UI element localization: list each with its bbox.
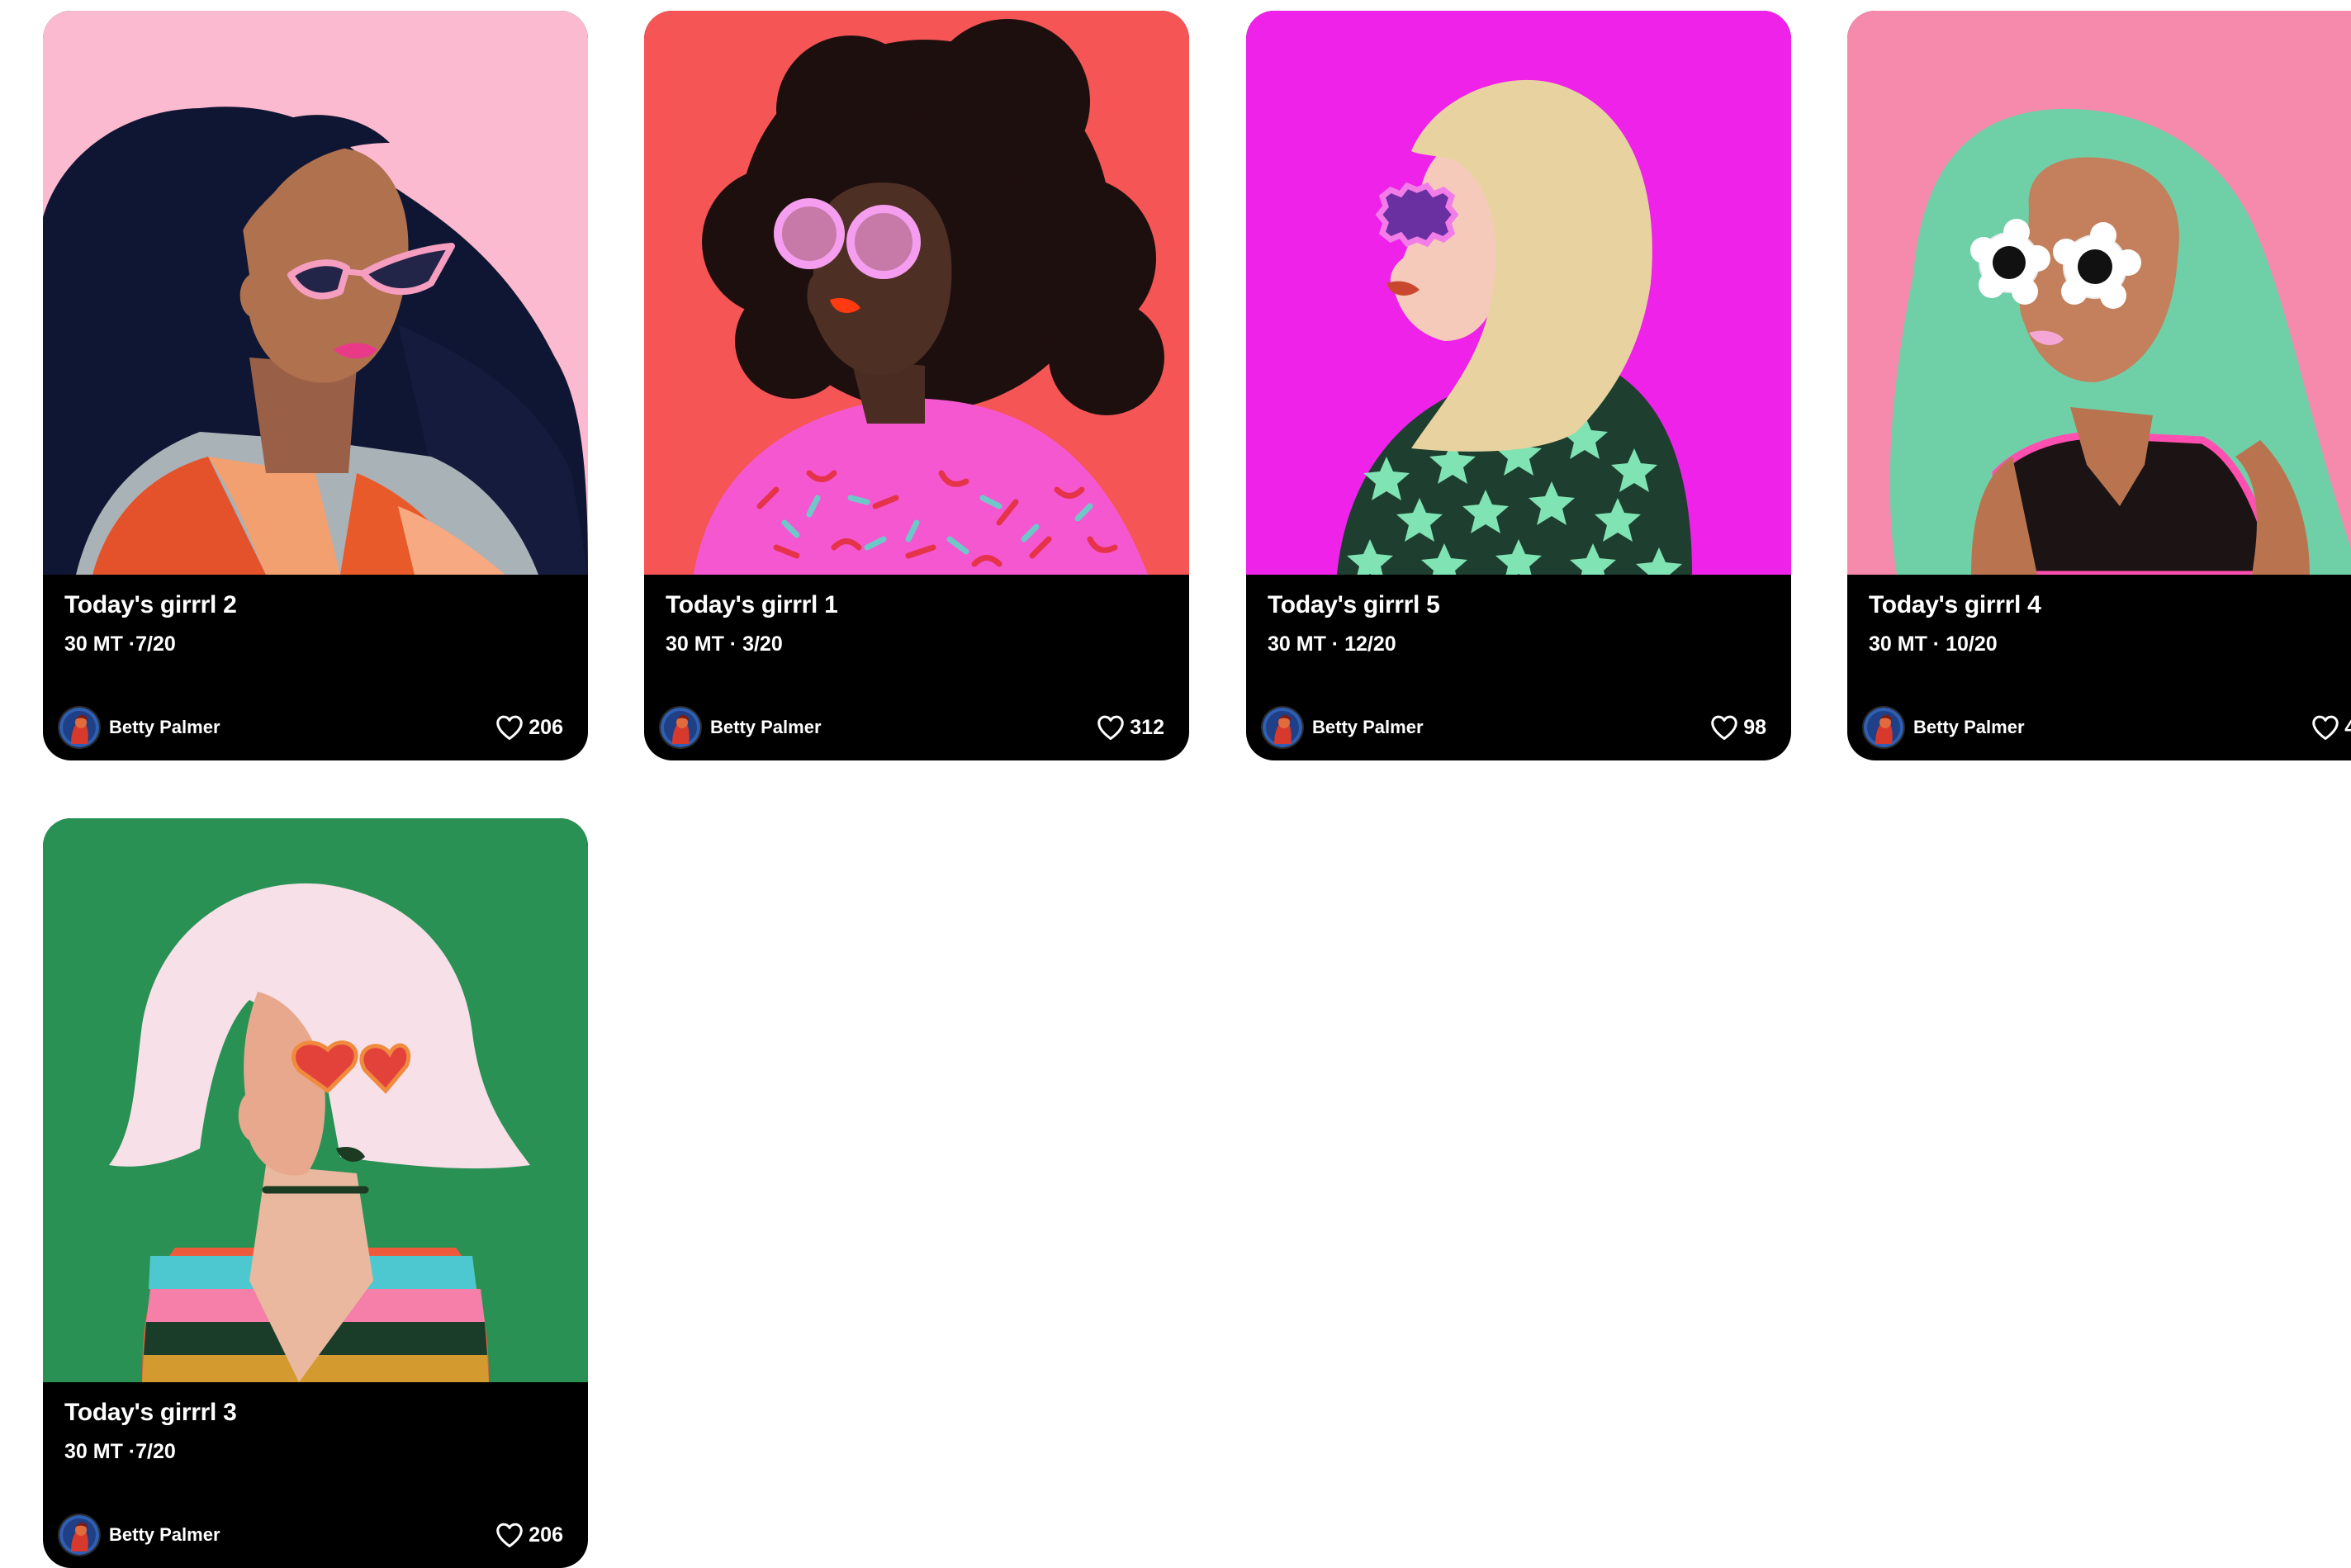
post-card[interactable]: Today's girrrl 5 30 MT · 12/20 Betty Pal… (1246, 11, 1791, 760)
card-info: Today's girrrl 4 30 MT · 10/20 Betty Pal… (1847, 575, 2351, 760)
heart-outline-icon[interactable] (494, 1519, 525, 1551)
illustration-woman-mint-hair-daisy-sunglasses (1847, 11, 2351, 575)
card-meta: 30 MT · 12/20 (1268, 632, 1396, 656)
likes-count: 43 (2344, 715, 2351, 739)
author-avatar[interactable] (659, 706, 702, 749)
heart-outline-icon[interactable] (1095, 712, 1126, 743)
author-name[interactable]: Betty Palmer (710, 717, 822, 738)
author-avatar[interactable] (58, 706, 101, 749)
post-image[interactable] (1847, 11, 2351, 575)
card-title[interactable]: Today's girrrl 5 (1268, 591, 1440, 619)
post-image[interactable] (43, 818, 588, 1382)
illustration-woman-white-hair-heart-sunglasses (43, 818, 588, 1382)
author-name[interactable]: Betty Palmer (109, 1524, 220, 1546)
author-link[interactable]: Betty Palmer (659, 705, 822, 750)
post-image[interactable] (1246, 11, 1791, 575)
card-title[interactable]: Today's girrrl 2 (64, 591, 237, 619)
author-avatar[interactable] (1862, 706, 1905, 749)
card-info: Today's girrrl 3 30 MT ·7/20 Betty Palme… (43, 1382, 588, 1568)
card-title[interactable]: Today's girrrl 4 (1869, 591, 2041, 619)
card-meta: 30 MT ·7/20 (64, 1440, 176, 1463)
post-image[interactable] (43, 11, 588, 575)
post-image[interactable] (644, 11, 1189, 575)
likes-count: 206 (529, 715, 563, 739)
likes-count: 98 (1743, 715, 1766, 739)
card-meta: 30 MT · 10/20 (1869, 632, 1998, 656)
card-meta: 30 MT · 3/20 (666, 632, 783, 656)
like-button[interactable]: 98 (1709, 707, 1766, 748)
like-button[interactable]: 43 (2310, 707, 2351, 748)
like-button[interactable]: 206 (494, 1514, 563, 1556)
post-card[interactable]: Today's girrrl 2 30 MT ·7/20 Betty Palme… (43, 11, 588, 760)
author-link[interactable]: Betty Palmer (1261, 705, 1424, 750)
like-button[interactable]: 206 (494, 707, 563, 748)
card-info: Today's girrrl 1 30 MT · 3/20 Betty Palm… (644, 575, 1189, 760)
author-name[interactable]: Betty Palmer (1312, 717, 1424, 738)
card-info: Today's girrrl 5 30 MT · 12/20 Betty Pal… (1246, 575, 1791, 760)
post-card[interactable]: Today's girrrl 4 30 MT · 10/20 Betty Pal… (1847, 11, 2351, 760)
author-name[interactable]: Betty Palmer (1913, 717, 2025, 738)
heart-outline-icon[interactable] (494, 712, 525, 743)
likes-count: 206 (529, 1523, 563, 1547)
author-link[interactable]: Betty Palmer (58, 705, 220, 750)
post-card[interactable]: Today's girrrl 3 30 MT ·7/20 Betty Palme… (43, 818, 588, 1568)
illustration-woman-afro-pink-sunglasses (644, 11, 1189, 575)
author-avatar[interactable] (58, 1514, 101, 1556)
card-info: Today's girrrl 2 30 MT ·7/20 Betty Palme… (43, 575, 588, 760)
illustration-woman-blonde-star-top (1246, 11, 1791, 575)
author-name[interactable]: Betty Palmer (109, 717, 220, 738)
card-title[interactable]: Today's girrrl 3 (64, 1399, 237, 1427)
card-meta: 30 MT ·7/20 (64, 632, 176, 656)
author-link[interactable]: Betty Palmer (1862, 705, 2025, 750)
author-link[interactable]: Betty Palmer (58, 1513, 220, 1557)
author-avatar[interactable] (1261, 706, 1304, 749)
likes-count: 312 (1130, 715, 1164, 739)
heart-outline-icon[interactable] (1709, 712, 1740, 743)
card-title[interactable]: Today's girrrl 1 (666, 591, 838, 619)
like-button[interactable]: 312 (1095, 707, 1164, 748)
post-card[interactable]: Today's girrrl 1 30 MT · 3/20 Betty Palm… (644, 11, 1189, 760)
illustration-woman-black-hair-cat-eye-sunglasses (43, 11, 588, 575)
heart-outline-icon[interactable] (2310, 712, 2341, 743)
